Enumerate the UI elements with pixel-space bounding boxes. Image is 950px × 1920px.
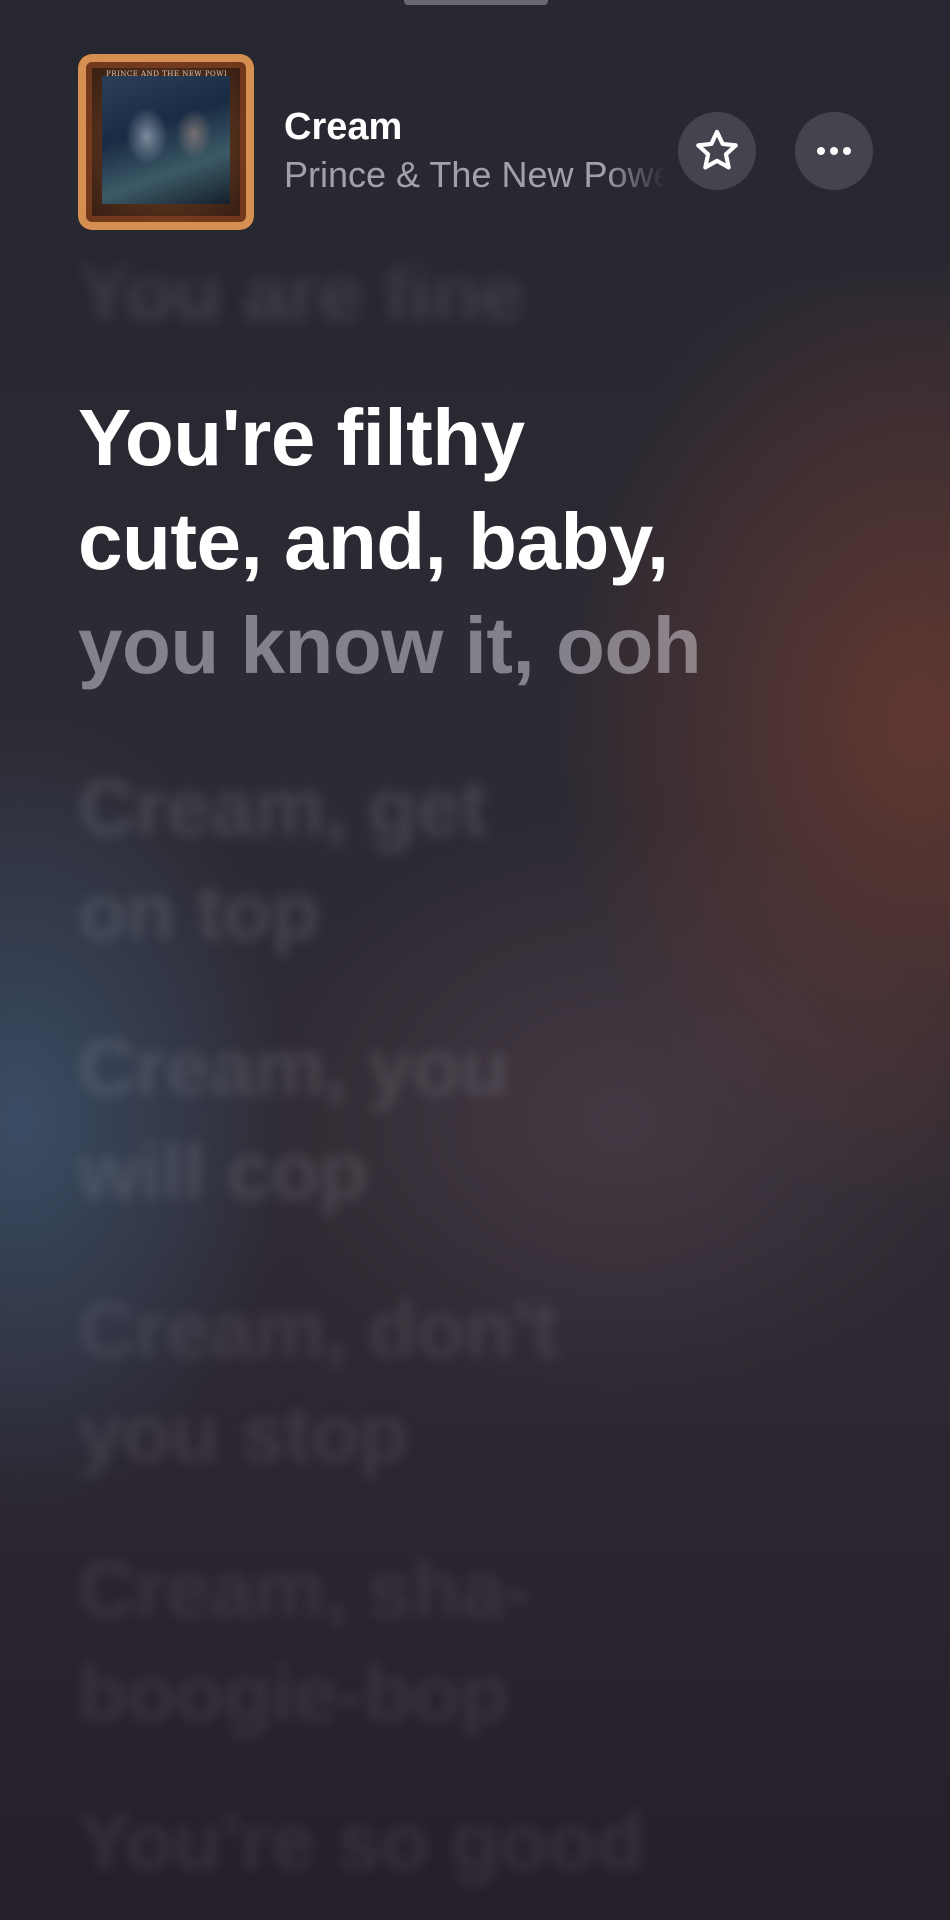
ellipsis-icon (817, 147, 851, 155)
album-artwork[interactable]: PRINCE AND THE NEW POWER GENERATION (78, 54, 254, 230)
lyric-line-upcoming[interactable]: You're so good (78, 1790, 645, 1894)
lyric-current-upcoming-text: you know it, ooh (78, 601, 702, 690)
lyric-line-upcoming[interactable]: Cream, don't you stop (78, 1278, 558, 1486)
now-playing-header: PRINCE AND THE NEW POWER GENERATION Crea… (78, 54, 878, 230)
more-options-button[interactable] (795, 112, 873, 190)
lyric-line-upcoming[interactable]: Cream, sha- boogie-bop (78, 1538, 531, 1746)
lyric-line-upcoming[interactable]: Cream, get on top (78, 756, 487, 964)
lyric-current-sung-text: You're filthy cute, and, baby, (78, 393, 669, 586)
lyric-line-previous[interactable]: You are fine (78, 240, 524, 344)
lyric-line-upcoming[interactable]: Cream, you will cop (78, 1016, 509, 1224)
song-artist[interactable]: Prince & The New Power Generation (284, 154, 666, 196)
star-icon (696, 129, 738, 170)
song-title: Cream (284, 106, 403, 148)
favorite-button[interactable] (678, 112, 756, 190)
lyric-line-current[interactable]: You're filthy cute, and, baby, you know … (78, 386, 702, 698)
sheet-grabber-handle[interactable] (404, 0, 548, 5)
album-cover-frame (78, 54, 254, 230)
